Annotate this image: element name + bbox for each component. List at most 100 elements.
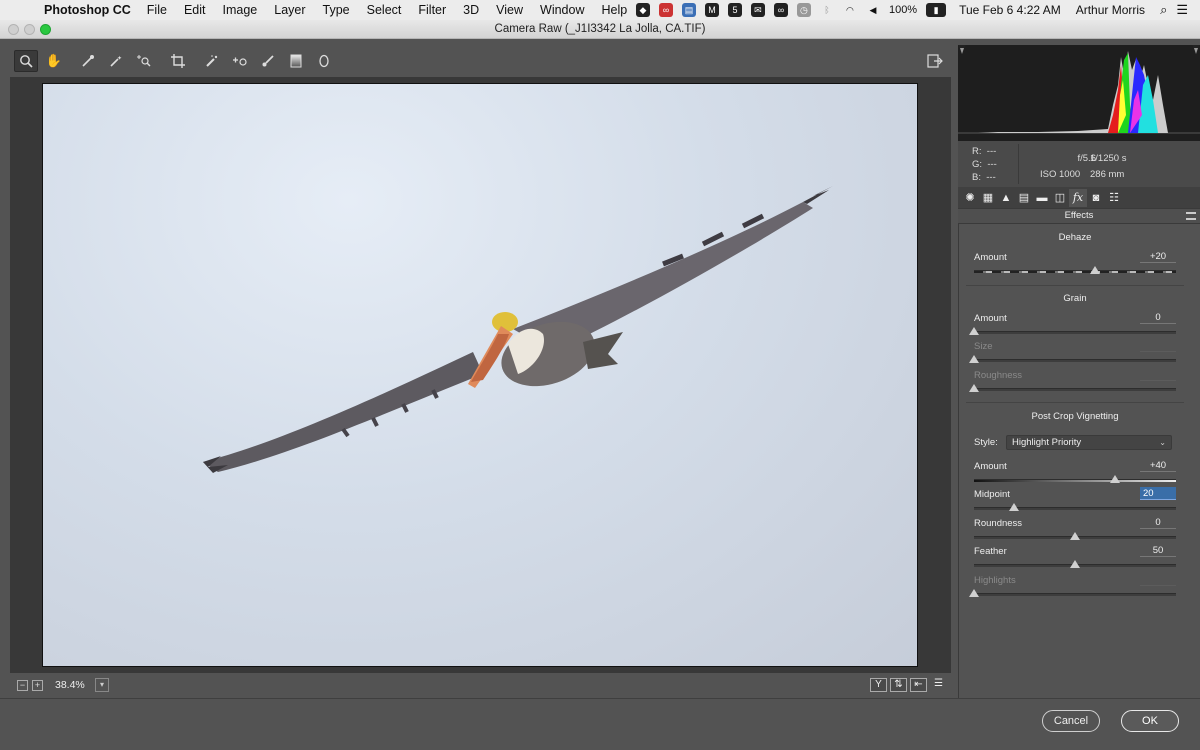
r-label: R:	[972, 146, 982, 157]
bluetooth-icon[interactable]: ᛒ	[820, 3, 834, 17]
user-name[interactable]: Arthur Morris	[1076, 3, 1145, 17]
menu-help[interactable]: Help	[602, 3, 628, 17]
slider-thumb[interactable]	[1110, 475, 1121, 483]
slider-track	[974, 388, 1176, 391]
wifi-icon[interactable]: ◠	[843, 3, 857, 17]
grain-amount-value[interactable]: 0	[1140, 311, 1176, 324]
basic-tab-icon[interactable]: ✺	[961, 189, 979, 207]
vignette-roundness-value[interactable]: 0	[1140, 516, 1176, 529]
notification-center-icon[interactable]: ☰	[1176, 2, 1188, 18]
minimize-window-button[interactable]	[24, 24, 35, 35]
menu-view[interactable]: View	[496, 3, 523, 17]
tone-curve-tab-icon[interactable]: ▦	[979, 189, 997, 207]
hand-icon[interactable]: ✋	[42, 50, 66, 72]
binoculars-icon[interactable]: ∞	[773, 3, 788, 17]
document-icon[interactable]: ▤	[681, 3, 696, 17]
detail-tab-icon[interactable]: ▲	[997, 189, 1015, 207]
panel-title: Effects	[1064, 210, 1094, 221]
slider-thumb[interactable]	[1070, 532, 1080, 540]
dehaze-amount-slider[interactable]: Amount +20	[974, 250, 1176, 280]
targeted-adjust-icon[interactable]	[132, 50, 156, 72]
g-label: G:	[972, 159, 983, 170]
zoom-window-button[interactable]	[40, 24, 51, 35]
effects-tab-icon[interactable]: fx	[1069, 188, 1087, 207]
before-after-view-button[interactable]: Y	[870, 678, 887, 692]
grain-heading: Grain	[1063, 293, 1087, 304]
radial-filter-icon[interactable]	[312, 50, 336, 72]
photo-preview[interactable]	[42, 83, 918, 667]
grain-amount-label: Amount	[974, 313, 1007, 324]
zoom-in-button[interactable]: +	[32, 679, 43, 691]
ok-button[interactable]: OK	[1121, 710, 1179, 732]
slider-thumb[interactable]	[1009, 503, 1020, 511]
menu-image[interactable]: Image	[223, 3, 258, 17]
menu-window[interactable]: Window	[540, 3, 584, 17]
clock[interactable]: Tue Feb 6 4:22 AM	[959, 3, 1061, 17]
menu-app-name[interactable]: Photoshop CC	[44, 3, 131, 17]
dehaze-amount-value[interactable]: +20	[1140, 250, 1176, 263]
vignette-feather-label: Feather	[974, 546, 1007, 557]
copy-settings-button[interactable]: ⇤	[910, 678, 927, 692]
red-eye-icon[interactable]	[228, 50, 252, 72]
menu-3d[interactable]: 3D	[463, 3, 479, 17]
color-sampler-icon[interactable]: ✦	[104, 50, 128, 72]
split-toning-tab-icon[interactable]: ▬	[1033, 189, 1051, 207]
zoom-out-button[interactable]: −	[17, 679, 28, 691]
swap-settings-button[interactable]: ⇅	[890, 678, 907, 692]
crop-icon[interactable]	[166, 50, 190, 72]
slider-thumb	[969, 355, 979, 363]
grain-size-value	[1140, 339, 1176, 352]
menu-select[interactable]: Select	[367, 3, 402, 17]
battery-icon[interactable]: ▮	[926, 3, 947, 17]
info-readout: R: --- G: --- B: --- f/5.6 1/1250 s ISO …	[958, 141, 1200, 187]
window-titlebar: Camera Raw (_J1I3342 La Jolla, CA.TIF)	[0, 20, 1200, 39]
cancel-button[interactable]: Cancel	[1042, 710, 1100, 732]
adjustment-brush-icon[interactable]	[256, 50, 280, 72]
panel-menu-icon[interactable]	[1186, 212, 1196, 220]
white-balance-icon[interactable]	[76, 50, 100, 72]
hsl-tab-icon[interactable]: ▤	[1015, 189, 1033, 207]
presets-tab-icon[interactable]: ☷	[1105, 189, 1123, 207]
dropbox-icon[interactable]: ◆	[635, 3, 650, 17]
vignette-roundness-slider[interactable]: Roundness 0	[974, 516, 1176, 546]
vignette-amount-value[interactable]: +40	[1140, 459, 1176, 472]
creative-cloud-icon[interactable]: ∞	[658, 3, 673, 17]
open-preferences-icon[interactable]	[923, 50, 947, 72]
slider-track[interactable]	[974, 507, 1176, 510]
menu-file[interactable]: File	[147, 3, 167, 17]
vignette-feather-slider[interactable]: Feather 50	[974, 544, 1176, 574]
vignette-amount-slider[interactable]: Amount +40	[974, 459, 1176, 489]
panel-tabs: ✺ ▦ ▲ ▤ ▬ ◫ fx ◙ ☷	[958, 187, 1200, 208]
menu-type[interactable]: Type	[323, 3, 350, 17]
vignette-midpoint-slider[interactable]: Midpoint 20	[974, 487, 1176, 517]
vignette-midpoint-value[interactable]: 20	[1140, 487, 1176, 500]
time-machine-icon[interactable]: ◷	[796, 3, 811, 17]
number-five-icon[interactable]: 5	[727, 3, 742, 17]
slider-thumb[interactable]	[1090, 266, 1101, 274]
spot-removal-icon[interactable]	[200, 50, 224, 72]
graduated-filter-icon[interactable]	[284, 50, 308, 72]
slider-thumb[interactable]	[969, 327, 979, 335]
zoom-icon[interactable]	[14, 50, 38, 72]
malwarebytes-icon[interactable]: M	[704, 3, 719, 17]
vignette-style-select[interactable]: Highlight Priority ⌄	[1006, 435, 1172, 450]
slider-track[interactable]	[974, 331, 1176, 334]
mail-icon[interactable]: ✉	[750, 3, 765, 17]
slider-thumb[interactable]	[1070, 560, 1080, 568]
menu-filter[interactable]: Filter	[418, 3, 446, 17]
dehaze-amount-label: Amount	[974, 252, 1007, 263]
camera-calibration-tab-icon[interactable]: ◙	[1087, 189, 1105, 207]
toggle-settings-icon[interactable]: ☰	[930, 678, 947, 692]
slider-track[interactable]	[974, 270, 1176, 273]
grain-amount-slider[interactable]: Amount 0	[969, 311, 1176, 341]
spotlight-icon[interactable]: ⌕	[1160, 2, 1167, 18]
dehaze-heading: Dehaze	[1058, 232, 1092, 243]
vignette-feather-value[interactable]: 50	[1140, 544, 1176, 557]
menu-edit[interactable]: Edit	[184, 3, 206, 17]
menu-layer[interactable]: Layer	[274, 3, 305, 17]
close-window-button[interactable]	[8, 24, 19, 35]
slider-track[interactable]	[974, 479, 1176, 482]
lens-corrections-tab-icon[interactable]: ◫	[1051, 189, 1069, 207]
volume-icon[interactable]: ◀	[866, 3, 880, 17]
zoom-dropdown-button[interactable]: ▾	[95, 678, 109, 692]
